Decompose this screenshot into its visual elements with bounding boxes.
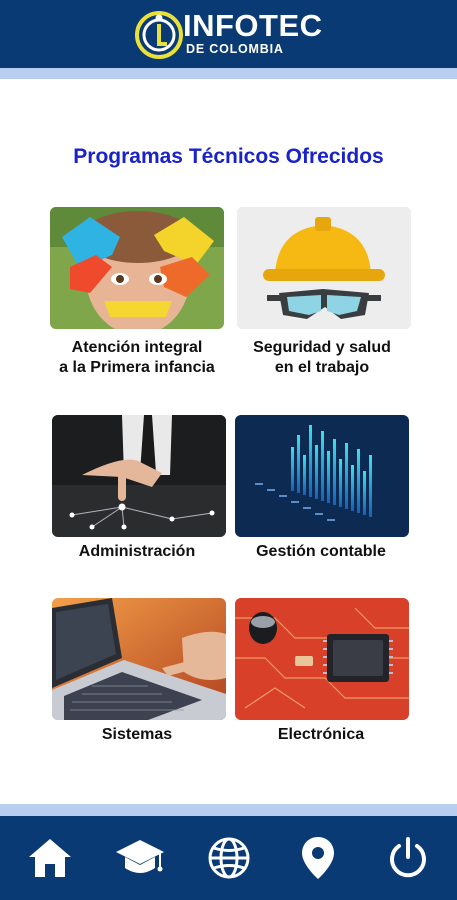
graduation-cap-icon bbox=[116, 840, 164, 873]
bottom-navigation bbox=[0, 816, 457, 900]
nav-home-button[interactable] bbox=[24, 834, 76, 882]
program-label-line: Atención integral bbox=[71, 339, 203, 356]
program-card-seguridad-salud[interactable] bbox=[237, 207, 411, 329]
program-card-administracion[interactable] bbox=[52, 415, 226, 537]
hard-hat-goggles-image bbox=[237, 207, 411, 329]
location-pin-icon bbox=[302, 837, 334, 879]
program-label-line: Administración bbox=[78, 543, 196, 560]
program-card-primera-infancia[interactable] bbox=[50, 207, 224, 329]
nav-web-button[interactable] bbox=[203, 834, 255, 882]
nav-location-button[interactable] bbox=[292, 834, 344, 882]
bar-data-visual-image bbox=[235, 415, 409, 537]
program-label-electronica: Electrónica bbox=[221, 725, 421, 745]
brand-title: INFOTEC bbox=[183, 8, 323, 43]
businessman-network-image bbox=[52, 415, 226, 537]
power-icon bbox=[390, 837, 426, 878]
program-label-line: Gestión contable bbox=[256, 543, 386, 560]
circuit-board-image bbox=[235, 598, 409, 720]
laptop-keyboard-image bbox=[52, 598, 226, 720]
header-accent-strip bbox=[0, 68, 457, 79]
infotec-logo[interactable]: INFOTEC DE COLOMBIA bbox=[133, 6, 325, 62]
program-card-gestion-contable[interactable] bbox=[235, 415, 409, 537]
program-label-line: Sistemas bbox=[101, 726, 173, 743]
program-label-line: Seguridad y salud bbox=[253, 339, 391, 356]
program-label-line: a la Primera infancia bbox=[59, 359, 215, 376]
globe-icon bbox=[208, 837, 250, 879]
program-label-gestion-contable: Gestión contable bbox=[221, 542, 421, 562]
home-icon bbox=[29, 839, 71, 877]
program-label-sistemas: Sistemas bbox=[37, 725, 237, 745]
logo-mark-icon bbox=[135, 11, 183, 59]
nav-programs-button[interactable] bbox=[114, 834, 166, 882]
program-label-line: Electrónica bbox=[277, 726, 365, 743]
program-card-sistemas[interactable] bbox=[52, 598, 226, 720]
child-painted-hands-image bbox=[50, 207, 224, 329]
program-label-seguridad-salud: Seguridad y salud en el trabajo bbox=[222, 338, 422, 378]
program-label-primera-infancia: Atención integral a la Primera infancia bbox=[37, 338, 237, 378]
program-label-administracion: Administración bbox=[37, 542, 237, 562]
brand-subtitle: DE COLOMBIA bbox=[186, 42, 284, 56]
program-label-line: en el trabajo bbox=[274, 359, 370, 376]
footer-accent-strip bbox=[0, 804, 457, 816]
app-header: INFOTEC DE COLOMBIA bbox=[0, 0, 457, 68]
page-title: Programas Técnicos Ofrecidos bbox=[73, 145, 384, 168]
program-card-electronica[interactable] bbox=[235, 598, 409, 720]
nav-logout-button[interactable] bbox=[382, 834, 434, 882]
